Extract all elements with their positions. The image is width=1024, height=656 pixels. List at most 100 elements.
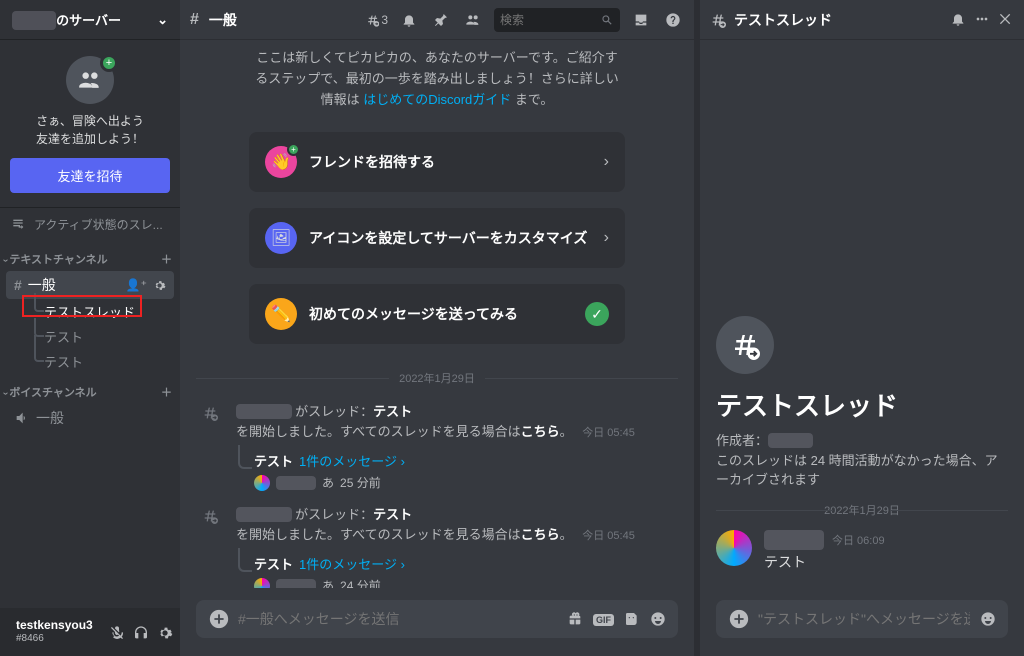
inbox-icon[interactable]	[630, 11, 652, 28]
thread-embed[interactable]: テスト1件のメッセージ › xxあ24 分前	[234, 554, 678, 587]
thread-meta: 作成者：xxxxx このスレッドは 24 時間活動がなかった場合、アーカイブされ…	[716, 431, 1008, 490]
attach-icon[interactable]	[728, 608, 748, 630]
channel-general[interactable]: 一般 👤⁺	[6, 271, 174, 299]
pinned-icon[interactable]	[430, 11, 452, 28]
system-message: xxx がスレッド：テスト を開始しました。すべてのスレッドを見る場合はこちら。…	[196, 396, 678, 447]
channel-title: 一般	[209, 10, 237, 30]
thread-embed[interactable]: テスト1件のメッセージ › xxあ25 分前	[234, 451, 678, 491]
customize-icon: 🖼	[265, 222, 297, 254]
search-box[interactable]	[494, 8, 620, 32]
add-channel-icon[interactable]: ＋	[161, 251, 172, 267]
invite-icon: 👋+	[265, 146, 297, 178]
thread-link[interactable]: 1件のメッセージ ›	[299, 557, 405, 572]
text-channels-category[interactable]: テキストチャンネル ＋	[0, 241, 180, 271]
thread-icon	[10, 217, 26, 233]
message-avatar[interactable]	[716, 530, 752, 566]
channel-label: 一般	[28, 275, 56, 295]
thread-title: テストスレッド	[734, 10, 942, 30]
thread-item[interactable]: テストスレッド	[34, 299, 174, 324]
thread-hero-icon	[716, 316, 774, 374]
chat-scroll[interactable]: ここは新しくてピカピカの、あなたのサーバーです。ご紹介す るステップで、最初の一…	[180, 40, 694, 588]
channel-sidebar: xxxxxのサーバー ⌄ + さぁ、冒険へ出よう 友達を追加しよう！ 友達を招待…	[0, 0, 180, 656]
thread-body[interactable]: テストスレッド 作成者：xxxxx このスレッドは 24 時間活動がなかった場合…	[700, 40, 1024, 588]
user-names[interactable]: testkensyou3 #8466	[16, 619, 93, 644]
onboard-line2: 友達を追加しよう！	[10, 130, 170, 148]
message-text: テスト	[764, 552, 1008, 572]
close-thread-icon[interactable]	[998, 11, 1014, 29]
card-title: フレンドを招待する	[309, 152, 592, 172]
thread-icon	[710, 12, 726, 28]
voice-cat-label: ボイスチャンネル	[4, 384, 97, 400]
thread-message-input[interactable]	[716, 600, 1008, 638]
check-icon: ✓	[585, 302, 609, 326]
voice-channel-general[interactable]: 一般	[6, 404, 174, 432]
avatar-small	[254, 578, 270, 588]
invite-friends-button[interactable]: 友達を招待	[10, 158, 170, 193]
message-input[interactable]: GIF	[196, 600, 678, 638]
timestamp: 今日 05:45	[582, 530, 635, 542]
onboarding-avatar: +	[66, 56, 114, 104]
username-blur: xxx	[236, 507, 292, 522]
help-icon[interactable]	[662, 11, 684, 28]
avatar-small	[254, 475, 270, 491]
chevron-down-icon: ⌄	[157, 12, 168, 28]
gif-icon[interactable]: GIF	[593, 610, 614, 628]
search-input[interactable]	[500, 13, 600, 27]
chevron-right-icon: ›	[604, 229, 609, 247]
mute-icon[interactable]	[109, 623, 125, 640]
sticker-icon[interactable]	[624, 610, 640, 628]
create-invite-icon[interactable]: 👤⁺	[126, 278, 147, 292]
gift-icon[interactable]	[567, 610, 583, 628]
channel-settings-icon[interactable]	[153, 279, 166, 292]
date-divider: 2022年1月29日	[716, 502, 1008, 518]
user-panel: testkensyou3 #8466	[0, 608, 180, 656]
search-icon	[600, 13, 614, 27]
thread-textbox[interactable]	[758, 611, 970, 627]
thread-link[interactable]: 1件のメッセージ ›	[299, 454, 405, 469]
main-chat: 一般 3 ここは新しくてピカピカの、あなたのサーバーです。ご紹介す るステップで…	[180, 0, 694, 656]
guide-link[interactable]: はじめてのDiscordガイド	[363, 92, 511, 107]
active-threads-row[interactable]: アクティブ状態のスレ...	[0, 208, 180, 241]
thread-item[interactable]: テスト	[34, 324, 174, 349]
more-icon[interactable]	[974, 11, 990, 29]
thread-tree: テストスレッド テスト テスト	[28, 299, 180, 374]
thread-notifications-icon[interactable]	[950, 11, 966, 29]
deafen-icon[interactable]	[133, 623, 149, 640]
server-name-suffix: のサーバー	[56, 13, 121, 28]
thread-input-row	[700, 588, 1024, 656]
firstmsg-icon: ✏️	[265, 298, 297, 330]
creator-blur: xxxxx	[768, 433, 813, 448]
onboarding: + さぁ、冒険へ出よう 友達を追加しよう！ 友達を招待	[0, 40, 180, 208]
chevron-right-icon: ›	[604, 153, 609, 171]
server-name-blur: xxxxx	[12, 11, 56, 30]
onboard-line1: さぁ、冒険へ出よう	[10, 112, 170, 130]
voice-channels-category[interactable]: ボイスチャンネル ＋	[0, 374, 180, 404]
invite-friends-card[interactable]: 👋+ フレンドを招待する ›	[249, 132, 625, 192]
threads-icon[interactable]: 3	[366, 12, 388, 28]
speaker-icon	[14, 410, 30, 426]
customize-server-card[interactable]: 🖼 アイコンを設定してサーバーをカスタマイズ ›	[249, 208, 625, 268]
notifications-icon[interactable]	[398, 11, 420, 28]
attach-icon[interactable]	[208, 608, 228, 630]
welcome-text: ここは新しくてピカピカの、あなたのサーバーです。ご紹介す るステップで、最初の一…	[196, 48, 678, 110]
thread-item[interactable]: テスト	[34, 349, 174, 374]
add-channel-icon[interactable]: ＋	[161, 384, 172, 400]
message-input-row: GIF	[180, 588, 694, 656]
emoji-icon[interactable]	[650, 610, 666, 628]
card-title: アイコンを設定してサーバーをカスタマイズ	[309, 228, 592, 248]
first-message-card[interactable]: ✏️ 初めてのメッセージを送ってみる ✓	[249, 284, 625, 344]
server-header[interactable]: xxxxxのサーバー ⌄	[0, 0, 180, 40]
message-textbox[interactable]	[238, 611, 557, 627]
date-divider: 2022年1月29日	[196, 370, 678, 386]
timestamp: 今日 05:45	[582, 427, 635, 439]
thread-panel: テストスレッド テストスレッド 作成者：xxxxx このスレッドは 24 時間活…	[694, 0, 1024, 656]
message-username-blur: xxxxxx	[764, 530, 824, 550]
emoji-icon[interactable]	[980, 610, 996, 628]
active-threads-label: アクティブ状態のスレ...	[34, 216, 163, 233]
user-tag: #8466	[16, 633, 93, 645]
thread-message: xxxxxx 今日 06:09 テスト	[716, 530, 1008, 572]
user-settings-icon[interactable]	[157, 623, 173, 640]
card-title: 初めてのメッセージを送ってみる	[309, 304, 573, 324]
members-icon[interactable]	[462, 11, 484, 28]
text-cat-label: テキストチャンネル	[4, 251, 108, 267]
